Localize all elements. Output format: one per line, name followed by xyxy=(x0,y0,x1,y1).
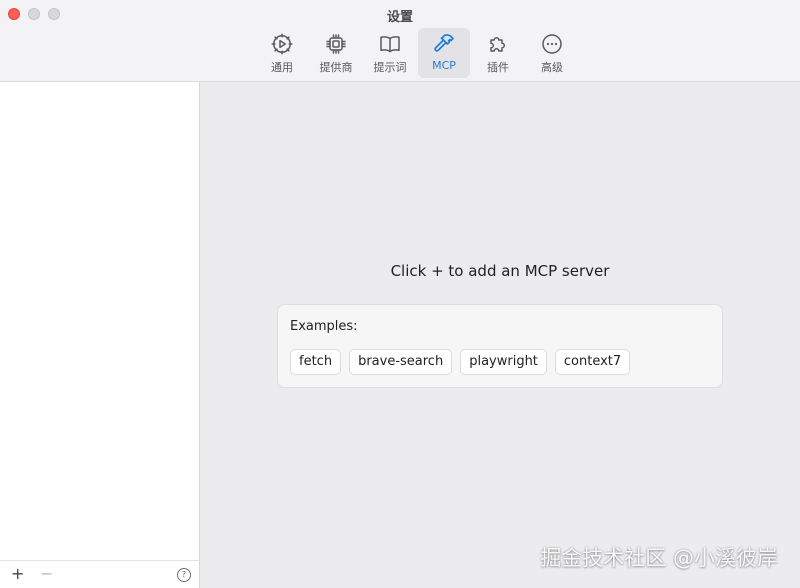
tab-label: 通用 xyxy=(271,61,293,74)
help-button[interactable]: ? xyxy=(177,568,191,582)
tab-providers[interactable]: 提供商 xyxy=(310,28,362,78)
example-chip-fetch[interactable]: fetch xyxy=(290,349,342,375)
ellipsis-icon xyxy=(540,32,564,56)
chip-icon xyxy=(324,32,348,56)
empty-state-hint: Click + to add an MCP server xyxy=(390,262,610,280)
tab-label: 插件 xyxy=(487,61,509,74)
examples-title: Examples: xyxy=(290,319,358,334)
tab-general[interactable]: 通用 xyxy=(256,28,308,78)
settings-tabs: 通用 提供商 提示词 MCP 插件 高级 xyxy=(256,28,578,78)
window-title: 设置 xyxy=(386,10,413,25)
tab-prompts[interactable]: 提示词 xyxy=(364,28,416,78)
tab-label: MCP xyxy=(432,59,456,72)
tab-mcp[interactable]: MCP xyxy=(418,28,470,78)
example-chip-playwright[interactable]: playwright xyxy=(460,349,547,375)
tab-label: 提供商 xyxy=(319,61,353,74)
mcp-main-panel: Click + to add an MCP server Examples: f… xyxy=(200,82,800,588)
gear-icon xyxy=(270,32,294,56)
tab-plugins[interactable]: 插件 xyxy=(472,28,524,78)
sidebar-footer: + − ? xyxy=(0,560,199,588)
hammer-icon xyxy=(432,32,456,56)
tab-label: 高级 xyxy=(541,61,563,74)
server-list-sidebar[interactable]: + − ? xyxy=(0,82,200,588)
settings-window: 设置 通用 提供商 提示词 MCP 插件 高级 + − ? Click + to… xyxy=(0,0,800,588)
example-chip-brave-search[interactable]: brave-search xyxy=(349,349,453,375)
add-server-button[interactable]: + xyxy=(11,564,24,584)
titlebar: 设置 通用 提供商 提示词 MCP 插件 高级 xyxy=(0,0,800,82)
book-icon xyxy=(378,32,402,56)
watermark: 掘金技术社区 @小溪彼岸 xyxy=(540,546,778,570)
tab-label: 提示词 xyxy=(373,61,407,74)
tab-advanced[interactable]: 高级 xyxy=(526,28,578,78)
example-chip-context7[interactable]: context7 xyxy=(554,349,631,375)
puzzle-icon xyxy=(486,32,510,56)
remove-server-button[interactable]: − xyxy=(40,564,53,584)
examples-list: fetch brave-search playwright context7 xyxy=(290,349,631,375)
examples-card: Examples: fetch brave-search playwright … xyxy=(277,304,723,388)
